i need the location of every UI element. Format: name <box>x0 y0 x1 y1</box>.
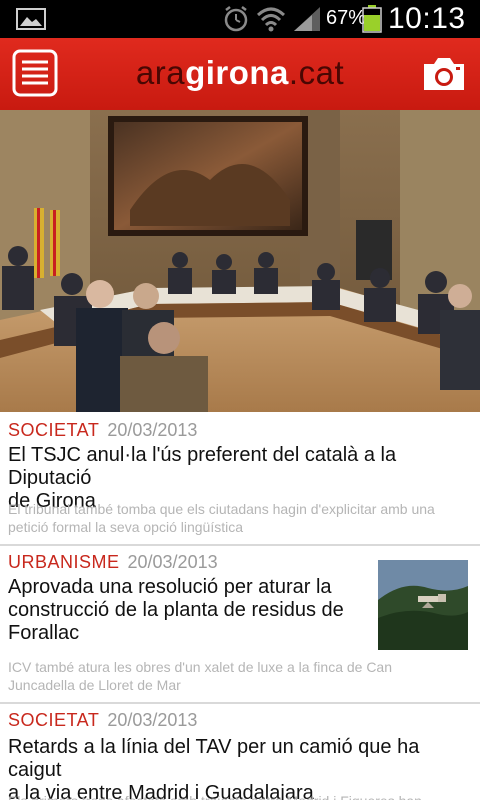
article-thumbnail[interactable] <box>378 560 468 650</box>
signal-icon <box>294 7 320 31</box>
brand-name: girona <box>185 54 289 91</box>
headline-line: Forallac <box>8 622 80 644</box>
article-meta: SOCIETAT 20/03/2013 <box>8 420 197 441</box>
hero-photo[interactable] <box>0 110 480 412</box>
summary-line: petició formal la seva opció lingüística <box>8 519 244 535</box>
gallery-icon <box>16 8 46 30</box>
app-bar: aragirona.cat <box>0 38 480 110</box>
battery-icon <box>362 5 382 33</box>
article-summary: Els primers trens afectats amb trajecte … <box>8 792 476 800</box>
article-category[interactable]: SOCIETAT <box>8 710 99 730</box>
wifi-icon <box>256 7 286 32</box>
article-date: 20/03/2013 <box>107 420 198 440</box>
article-summary: ICV també atura les obres d'un xalet de … <box>8 658 476 694</box>
status-bar: 67% 10:13 <box>0 0 480 38</box>
article-card[interactable]: SOCIETAT 20/03/2013 El TSJC anul·la l'ús … <box>0 412 480 546</box>
article-headline[interactable]: Aprovada una resolució per aturar la con… <box>8 576 370 645</box>
thumbnail-illustration <box>378 560 468 650</box>
article-meta: URBANISME 20/03/2013 <box>8 552 218 573</box>
hero-photo-illustration <box>0 110 480 412</box>
article-meta: SOCIETAT 20/03/2013 <box>8 710 197 731</box>
summary-line: ICV també atura les obres d'un xalet de … <box>8 659 393 675</box>
brand-logo: aragirona.cat <box>0 54 480 92</box>
brand-suffix: .cat <box>288 54 345 91</box>
article-date: 20/03/2013 <box>127 552 218 572</box>
clock-time: 10:13 <box>388 2 466 35</box>
article-category[interactable]: SOCIETAT <box>8 420 99 440</box>
article-date: 20/03/2013 <box>107 710 198 730</box>
article-card[interactable]: SOCIETAT 20/03/2013 Retards a la línia de… <box>0 704 480 800</box>
headline-line: Aprovada una resolució per aturar la <box>8 576 332 598</box>
headline-line: El TSJC anul·la l'ús preferent del catal… <box>8 444 397 489</box>
summary-line: Juncadella de Lloret de Mar <box>8 677 181 693</box>
summary-line: El tribunal també tomba que els ciutadan… <box>8 501 435 517</box>
article-summary: El tribunal també tomba que els ciutadan… <box>8 500 476 536</box>
headline-line: construcció de la planta de residus de <box>8 599 344 621</box>
summary-line: Els primers trens afectats amb trajecte … <box>8 792 476 800</box>
article-headline[interactable]: Retards a la línia del TAV per un camió … <box>8 736 478 800</box>
headline-line: Retards a la línia del TAV per un camió … <box>8 736 420 781</box>
article-category[interactable]: URBANISME <box>8 552 120 572</box>
camera-icon[interactable] <box>420 52 468 96</box>
alarm-icon <box>224 6 248 32</box>
battery-percent: 67% <box>326 7 367 29</box>
brand-prefix: ara <box>135 54 186 91</box>
article-card[interactable]: URBANISME 20/03/2013 Aprovada una resoluc… <box>0 546 480 704</box>
